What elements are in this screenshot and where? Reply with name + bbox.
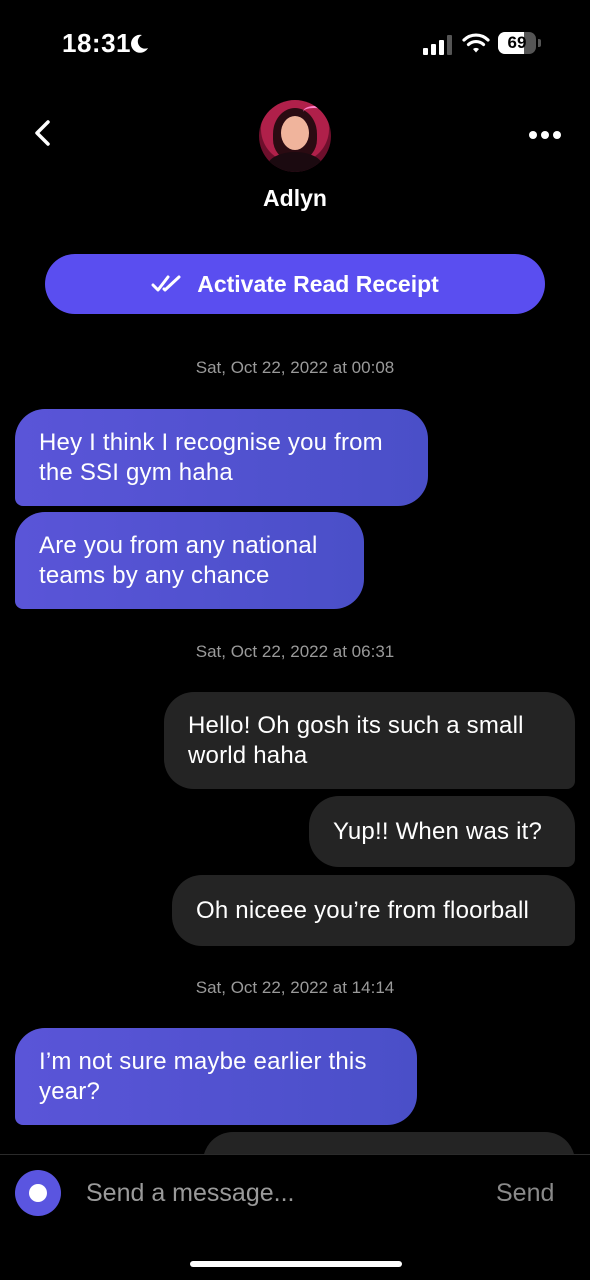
send-button[interactable]: Send — [496, 1179, 554, 1208]
read-receipt-label: Activate Read Receipt — [197, 270, 439, 297]
home-indicator — [190, 1261, 402, 1267]
status-bar: 18:31 69 — [0, 0, 590, 90]
contact-name[interactable]: Adlyn — [0, 185, 590, 212]
message-text: I’m not sure maybe earlier this year? — [39, 1047, 367, 1105]
incoming-message[interactable]: Hey I think I recognise you from the SSI… — [15, 409, 428, 506]
timestamp: Sat, Oct 22, 2022 at 00:08 — [195, 358, 395, 377]
outgoing-message[interactable]: Hello! Oh gosh its such a small world ha… — [164, 692, 575, 789]
circle-icon — [29, 1184, 47, 1202]
message-text: Yup!! When was it? — [333, 817, 543, 845]
double-check-icon — [151, 275, 181, 292]
message-composer: Send — [0, 1155, 590, 1235]
more-options-button[interactable] — [527, 125, 563, 145]
incoming-message[interactable]: I’m not sure maybe earlier this year? — [15, 1028, 417, 1125]
timestamp: Sat, Oct 22, 2022 at 06:31 — [195, 642, 395, 661]
message-text: Hello! Oh gosh its such a small world ha… — [188, 711, 524, 769]
battery-level: 69 — [507, 33, 527, 52]
avatar[interactable] — [259, 100, 331, 172]
timestamp: Sat, Oct 22, 2022 at 14:14 — [195, 978, 395, 997]
moon-icon — [131, 34, 148, 53]
back-button[interactable] — [30, 118, 56, 148]
message-input[interactable] — [86, 1173, 466, 1213]
activate-read-receipt-button[interactable]: Activate Read Receipt — [45, 254, 545, 314]
status-time: 18:31 — [62, 28, 131, 58]
battery-icon: 69 — [498, 32, 542, 54]
attach-button[interactable] — [15, 1170, 61, 1216]
message-text: Hey I think I recognise you from the SSI… — [39, 428, 383, 486]
message-text: Oh niceee you’re from floorball — [196, 896, 530, 924]
wifi-icon — [462, 33, 490, 53]
outgoing-message[interactable]: Yup!! When was it? — [309, 796, 575, 867]
message-text: Are you from any national teams by any c… — [39, 531, 318, 589]
signal-icon — [423, 35, 452, 55]
incoming-message[interactable]: Are you from any national teams by any c… — [15, 512, 364, 609]
outgoing-message[interactable]: Oh niceee you’re from floorball — [172, 875, 575, 946]
